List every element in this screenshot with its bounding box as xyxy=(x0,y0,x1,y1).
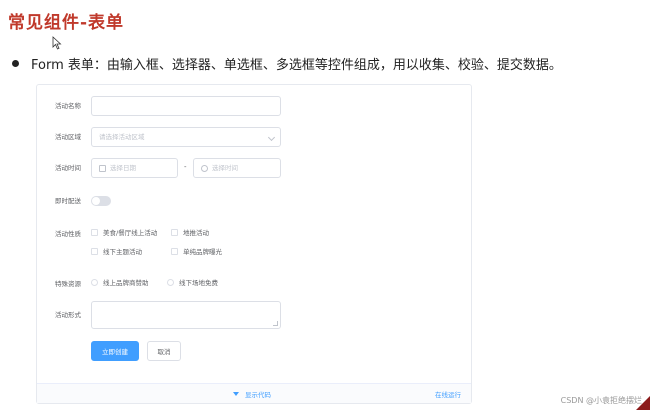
checkbox-label: 地推活动 xyxy=(183,229,209,237)
activity-name-input[interactable] xyxy=(91,96,281,116)
create-button[interactable]: 立即创建 xyxy=(91,341,139,361)
activity-form-textarea[interactable] xyxy=(91,301,281,329)
clock-icon xyxy=(201,164,208,172)
checkbox-brand-exposure[interactable]: 单纯品牌曝光 xyxy=(171,246,222,256)
show-code-label: 显示代码 xyxy=(245,391,271,399)
watermark: CSDN @小袁拒绝摆烂 xyxy=(560,396,642,405)
checkbox-label: 美食/餐厅线上活动 xyxy=(103,229,158,237)
checkbox-label: 线下主题活动 xyxy=(103,248,142,256)
instant-delivery-switch[interactable] xyxy=(91,196,111,206)
label-activity-type: 活动性质 xyxy=(55,230,81,238)
bullet-text: Form 表单：由输入框、选择器、单选框、多选框等控件组成，用以收集、校验、提交… xyxy=(8,54,648,73)
label-activity-name: 活动名称 xyxy=(55,102,81,110)
code-toggle-bar: 显示代码 在线运行 xyxy=(37,383,471,403)
radio-online-sponsor[interactable]: 线上品牌商赞助 xyxy=(91,277,149,287)
time-placeholder: 选择时间 xyxy=(212,164,238,172)
date-placeholder: 选择日期 xyxy=(110,164,136,172)
bullet-content: Form 表单：由输入框、选择器、单选框、多选框等控件组成，用以收集、校验、提交… xyxy=(31,58,562,73)
time-picker-input[interactable]: 选择时间 xyxy=(193,158,281,178)
date-picker-input[interactable]: 选择日期 xyxy=(91,158,178,178)
checkbox-box xyxy=(171,228,178,236)
show-code-button[interactable]: 显示代码 xyxy=(233,389,271,399)
label-special-resource: 特殊资源 xyxy=(55,280,81,288)
bullet-dot xyxy=(12,60,19,67)
label-activity-form: 活动形式 xyxy=(55,311,81,319)
radio-circle xyxy=(167,278,174,286)
slide-title: 常见组件-表单 xyxy=(8,13,125,33)
checkbox-box xyxy=(91,228,98,236)
radio-offline-venue[interactable]: 线下场地免费 xyxy=(167,277,218,287)
form-demo-card: 活动名称 活动区域 请选择活动区域 活动时间 选择日期 - 选择时间 即时配送 … xyxy=(36,84,472,404)
checkbox-offline-theme[interactable]: 线下主题活动 xyxy=(91,246,142,256)
checkbox-online-food[interactable]: 美食/餐厅线上活动 xyxy=(91,227,157,237)
form-row-name: 活动名称 xyxy=(37,96,471,116)
checkbox-box xyxy=(171,247,178,255)
checkbox-label: 单纯品牌曝光 xyxy=(183,248,222,256)
form-row-type: 活动性质 美食/餐厅线上活动 地推活动 线下主题活动 单纯品牌曝光 xyxy=(37,224,471,264)
cursor-icon xyxy=(52,36,62,50)
form-row-resource: 特殊资源 线上品牌商赞助 线下场地免费 xyxy=(37,274,471,294)
label-instant-delivery: 即时配送 xyxy=(55,197,81,205)
corner-decoration xyxy=(636,396,650,410)
label-activity-region: 活动区域 xyxy=(55,133,81,141)
label-activity-time: 活动时间 xyxy=(55,164,81,172)
checkbox-box xyxy=(91,247,98,255)
caret-down-icon xyxy=(233,392,239,396)
radio-label: 线上品牌商赞助 xyxy=(103,279,149,287)
checkbox-ground-promo[interactable]: 地推活动 xyxy=(171,227,209,237)
radio-circle xyxy=(91,278,98,286)
form-row-region: 活动区域 请选择活动区域 xyxy=(37,127,471,147)
time-separator: - xyxy=(184,163,187,171)
form-row-delivery: 即时配送 xyxy=(37,191,471,211)
cancel-button[interactable]: 取消 xyxy=(147,341,181,361)
region-placeholder: 请选择活动区域 xyxy=(99,133,145,141)
resize-grip-icon[interactable] xyxy=(273,321,278,326)
form-row-time: 活动时间 选择日期 - 选择时间 xyxy=(37,158,471,178)
run-online-link[interactable]: 在线运行 xyxy=(435,389,461,399)
radio-label: 线下场地免费 xyxy=(179,279,218,287)
chevron-down-icon xyxy=(267,133,276,142)
activity-region-select[interactable]: 请选择活动区域 xyxy=(91,127,281,147)
calendar-icon xyxy=(99,164,106,172)
